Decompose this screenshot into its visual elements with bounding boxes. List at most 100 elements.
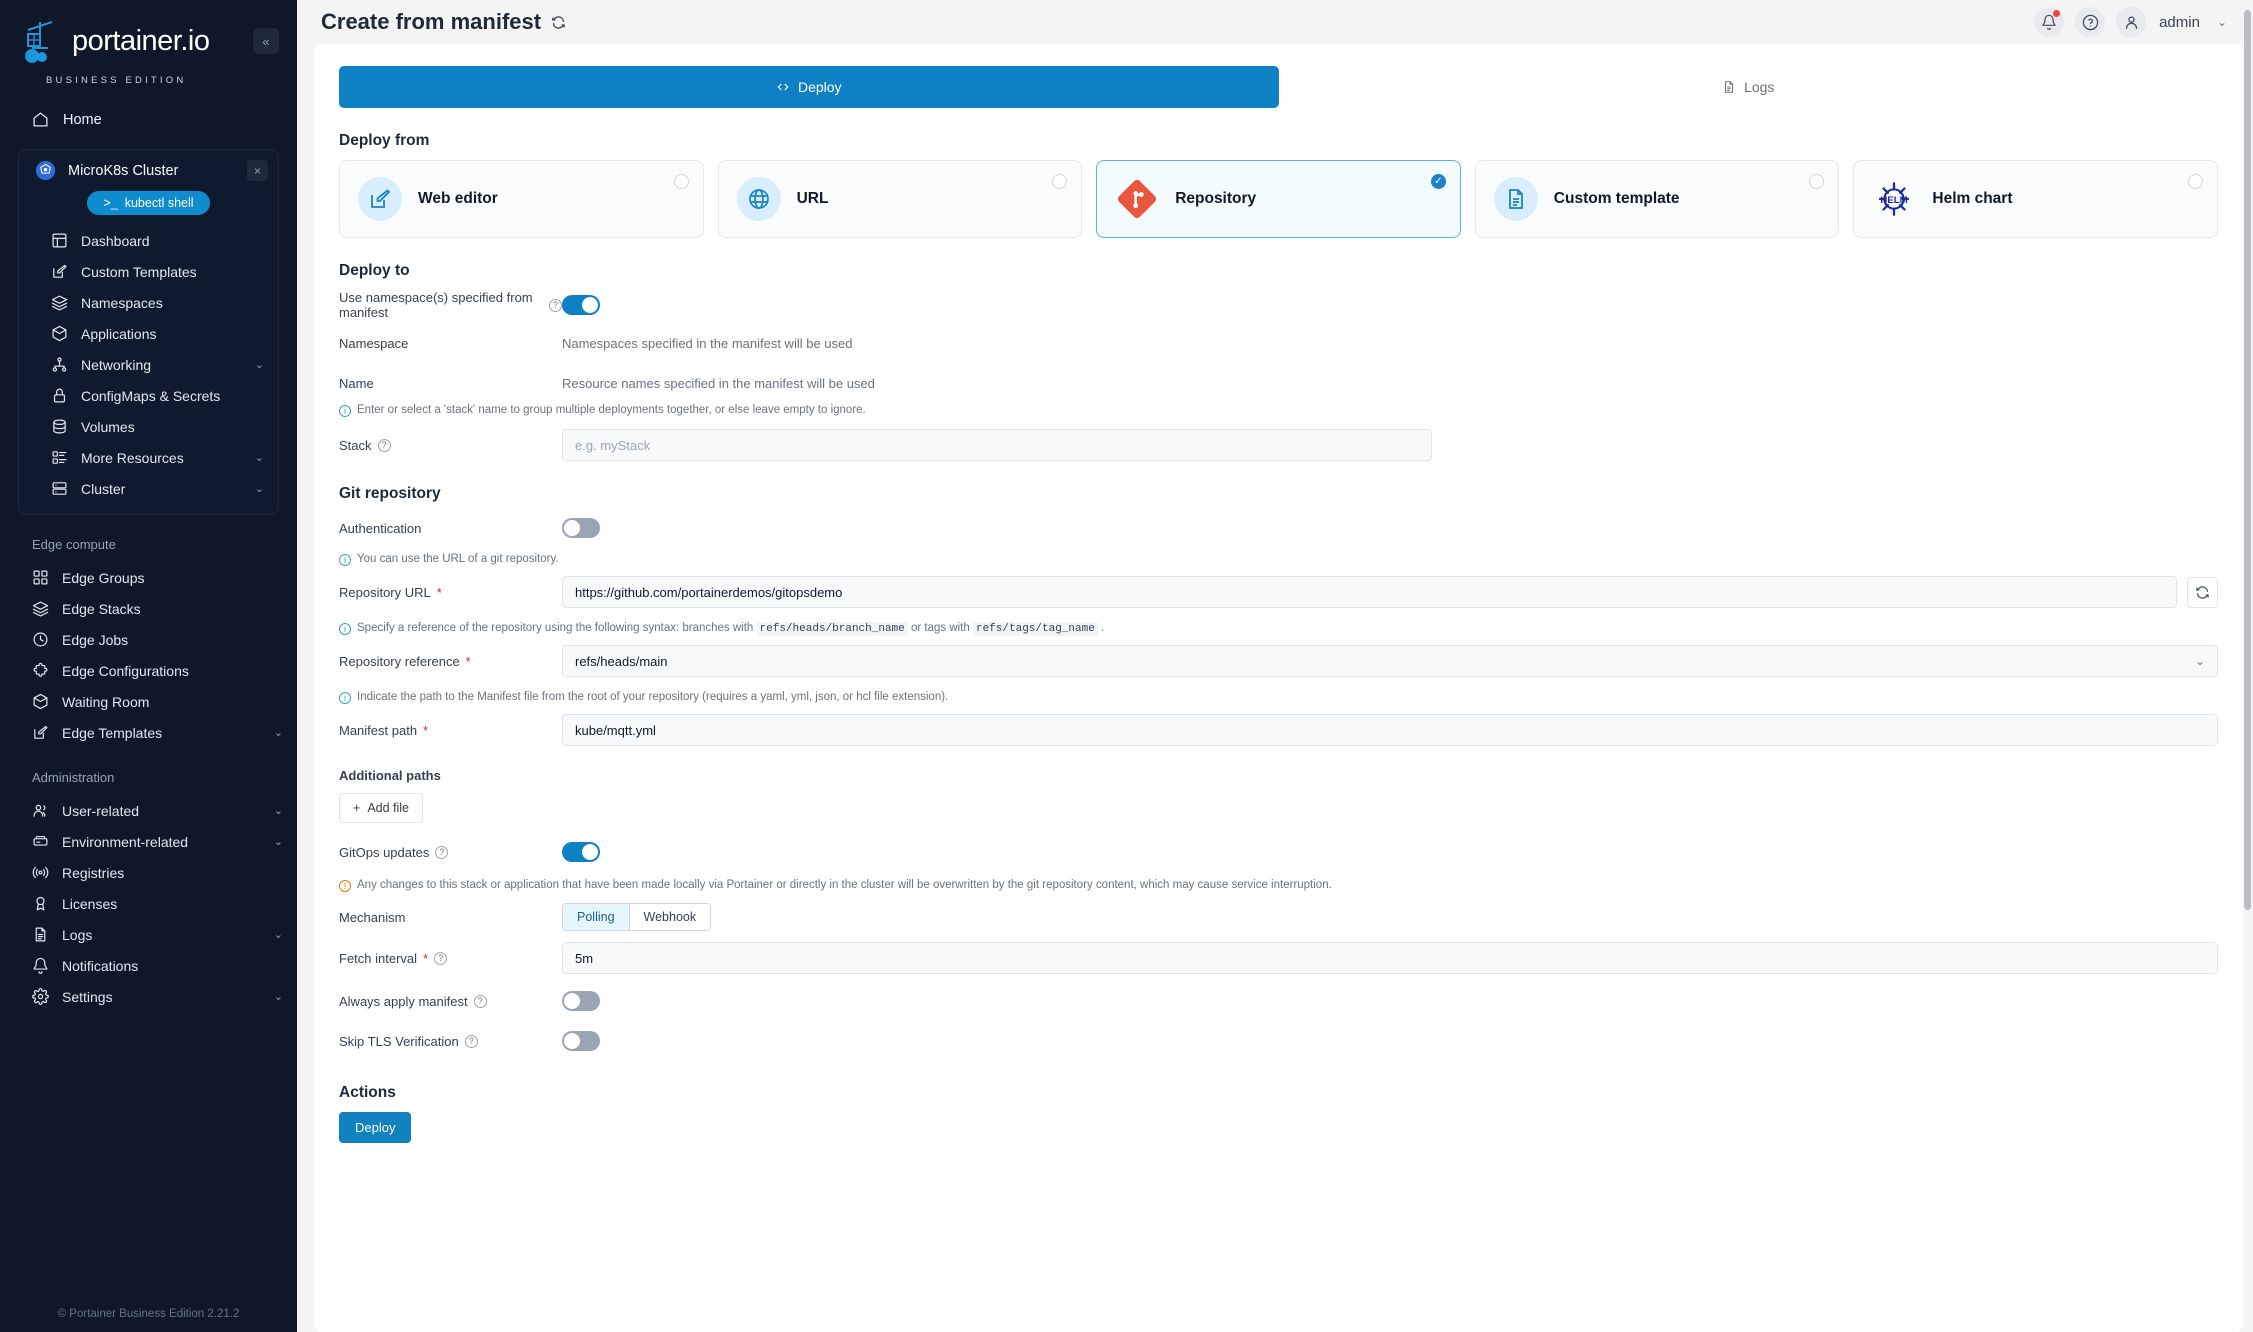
deploy-option-helm-chart-label: Helm chart: [1932, 190, 2013, 207]
sidebar-item-label: Notifications: [62, 957, 139, 974]
sidebar-item-cluster[interactable]: Cluster ⌄: [19, 473, 278, 504]
sidebar-item-logs[interactable]: Logs ⌄: [0, 919, 297, 950]
info-icon: i: [339, 554, 351, 566]
sidebar-item-home[interactable]: Home: [0, 102, 297, 137]
chevron-down-icon[interactable]: ⌄: [255, 451, 264, 464]
always-apply-toggle[interactable]: [562, 991, 600, 1011]
repository-reference-hint-text: Specify a reference of the repository us…: [357, 622, 1104, 636]
sidebar-item-notifications[interactable]: Notifications: [0, 950, 297, 981]
app-root: portainer.io « BUSINESS EDITION Home Mic…: [0, 0, 2253, 1332]
refresh-icon[interactable]: [551, 15, 566, 30]
portainer-logo[interactable]: portainer.io: [22, 18, 253, 64]
sidebar-item-edge-templates[interactable]: Edge Templates ⌄: [0, 717, 297, 748]
sidebar-item-applications[interactable]: Applications: [19, 318, 278, 349]
sidebar-item-registries[interactable]: Registries: [0, 857, 297, 888]
radio-repository[interactable]: ✓: [1430, 174, 1446, 189]
terminal-icon: >_: [103, 196, 118, 210]
chevron-down-icon[interactable]: ⌄: [274, 990, 283, 1003]
chevron-down-icon[interactable]: ⌄: [255, 358, 264, 371]
help-button[interactable]: [2075, 7, 2106, 37]
chevron-down-icon: ⌄: [2194, 654, 2205, 668]
manifest-path-label: Manifest path *: [339, 723, 562, 738]
repository-url-hint: i You can use the URL of a git repositor…: [314, 553, 2243, 566]
sidebar-item-dashboard[interactable]: Dashboard: [19, 225, 278, 256]
sidebar-item-edge-jobs[interactable]: Edge Jobs: [0, 624, 297, 655]
authentication-toggle[interactable]: [562, 518, 600, 538]
skip-tls-toggle[interactable]: [562, 1031, 600, 1051]
chevron-down-icon[interactable]: ⌄: [274, 804, 283, 817]
warning-icon: !: [339, 880, 351, 892]
environment-close-icon[interactable]: ×: [247, 160, 268, 181]
sidebar-item-volumes[interactable]: Volumes: [19, 411, 278, 442]
help-circle-icon[interactable]: ?: [435, 845, 449, 859]
deploy-button[interactable]: Deploy: [339, 1112, 412, 1143]
gitops-updates-toggle[interactable]: [562, 842, 600, 862]
mechanism-option-webhook[interactable]: Webhook: [628, 904, 711, 930]
sidebar-collapse-button[interactable]: «: [253, 28, 279, 54]
manifest-path-input[interactable]: kube/mqtt.yml: [562, 714, 2218, 746]
radio-helm-chart[interactable]: [2187, 174, 2203, 189]
chevron-down-icon[interactable]: ⌄: [2217, 15, 2227, 29]
sidebar-item-configmaps-secrets[interactable]: ConfigMaps & Secrets: [19, 380, 278, 411]
chevron-down-icon[interactable]: ⌄: [255, 482, 264, 495]
sidebar-item-namespaces[interactable]: Namespaces: [19, 287, 278, 318]
sidebar-item-waiting-room[interactable]: Waiting Room: [0, 686, 297, 717]
sidebar-item-user-related[interactable]: User-related ⌄: [0, 795, 297, 826]
radio-url[interactable]: [1052, 174, 1068, 189]
help-circle-icon[interactable]: ?: [473, 994, 487, 1008]
tab-logs[interactable]: Logs: [1279, 66, 2219, 108]
sidebar-item-label: Networking: [81, 356, 152, 373]
stack-input[interactable]: e.g. myStack: [562, 429, 1432, 461]
kubectl-shell-button[interactable]: >_ kubectl shell: [87, 191, 210, 215]
sidebar-item-settings[interactable]: Settings ⌄: [0, 981, 297, 1012]
clock-icon: [33, 632, 48, 647]
radio-custom-template[interactable]: [1809, 174, 1825, 189]
help-circle-icon[interactable]: ?: [464, 1034, 478, 1048]
help-circle-icon[interactable]: ?: [434, 951, 448, 965]
sidebar-item-more-resources[interactable]: More Resources ⌄: [19, 442, 278, 473]
lock-icon-wrapper: [51, 387, 68, 404]
mechanism-option-polling[interactable]: Polling: [563, 904, 629, 930]
sidebar-item-environment-related[interactable]: Environment-related ⌄: [0, 826, 297, 857]
required-marker: *: [423, 722, 429, 738]
sidebar-item-licenses[interactable]: Licenses: [0, 888, 297, 919]
help-circle-icon[interactable]: ?: [549, 298, 562, 312]
row-authentication: Authentication: [314, 513, 2243, 543]
deploy-option-helm-chart[interactable]: HELM Helm chart: [1853, 160, 2218, 238]
sidebar-item-custom-templates[interactable]: Custom Templates: [19, 256, 278, 287]
sidebar-item-edge-configurations[interactable]: Edge Configurations: [0, 655, 297, 686]
sidebar-item-label: Custom Templates: [81, 263, 197, 280]
use-namespace-toggle[interactable]: [562, 295, 600, 315]
add-file-button[interactable]: + Add file: [339, 793, 424, 823]
page-scrollbar[interactable]: [2244, 0, 2251, 1332]
sidebar-item-edge-groups[interactable]: Edge Groups: [0, 562, 297, 593]
chevron-down-icon[interactable]: ⌄: [274, 835, 283, 848]
info-icon: i: [339, 623, 351, 635]
user-name: admin: [2159, 13, 2200, 31]
network-icon: [52, 357, 67, 372]
sidebar-item-edge-stacks[interactable]: Edge Stacks: [0, 593, 297, 624]
deploy-option-web-editor[interactable]: Web editor: [339, 160, 704, 238]
chevron-down-icon[interactable]: ⌄: [274, 726, 283, 739]
environment-icon: [33, 835, 48, 846]
row-manifest-path: Manifest path * kube/mqtt.yml: [314, 714, 2243, 746]
notifications-button[interactable]: [2034, 7, 2065, 37]
deploy-option-url[interactable]: URL: [717, 160, 1083, 238]
repository-url-input[interactable]: https://github.com/portainerdemos/gitops…: [562, 576, 2177, 608]
tab-deploy[interactable]: Deploy: [339, 66, 1279, 108]
deploy-option-repository[interactable]: Repository ✓: [1096, 160, 1461, 238]
environment-icon-wrapper: [32, 833, 49, 850]
chevron-down-icon[interactable]: ⌄: [274, 928, 283, 941]
scrollbar-thumb[interactable]: [2244, 10, 2251, 910]
repository-reference-select[interactable]: refs/heads/main ⌄: [562, 645, 2218, 677]
deploy-option-custom-template[interactable]: Custom template: [1474, 160, 1840, 238]
sidebar-item-label: Applications: [81, 325, 157, 342]
ref-hint-code-branch: refs/heads/branch_name: [756, 622, 908, 636]
radio-web-editor[interactable]: [673, 174, 689, 189]
fetch-interval-input[interactable]: 5m: [562, 942, 2218, 974]
help-circle-icon[interactable]: ?: [377, 438, 391, 452]
repository-refresh-button[interactable]: [2187, 576, 2218, 608]
deploy-from-title: Deploy from: [339, 132, 430, 149]
user-avatar[interactable]: [2116, 7, 2147, 37]
sidebar-item-networking[interactable]: Networking ⌄: [19, 349, 278, 380]
